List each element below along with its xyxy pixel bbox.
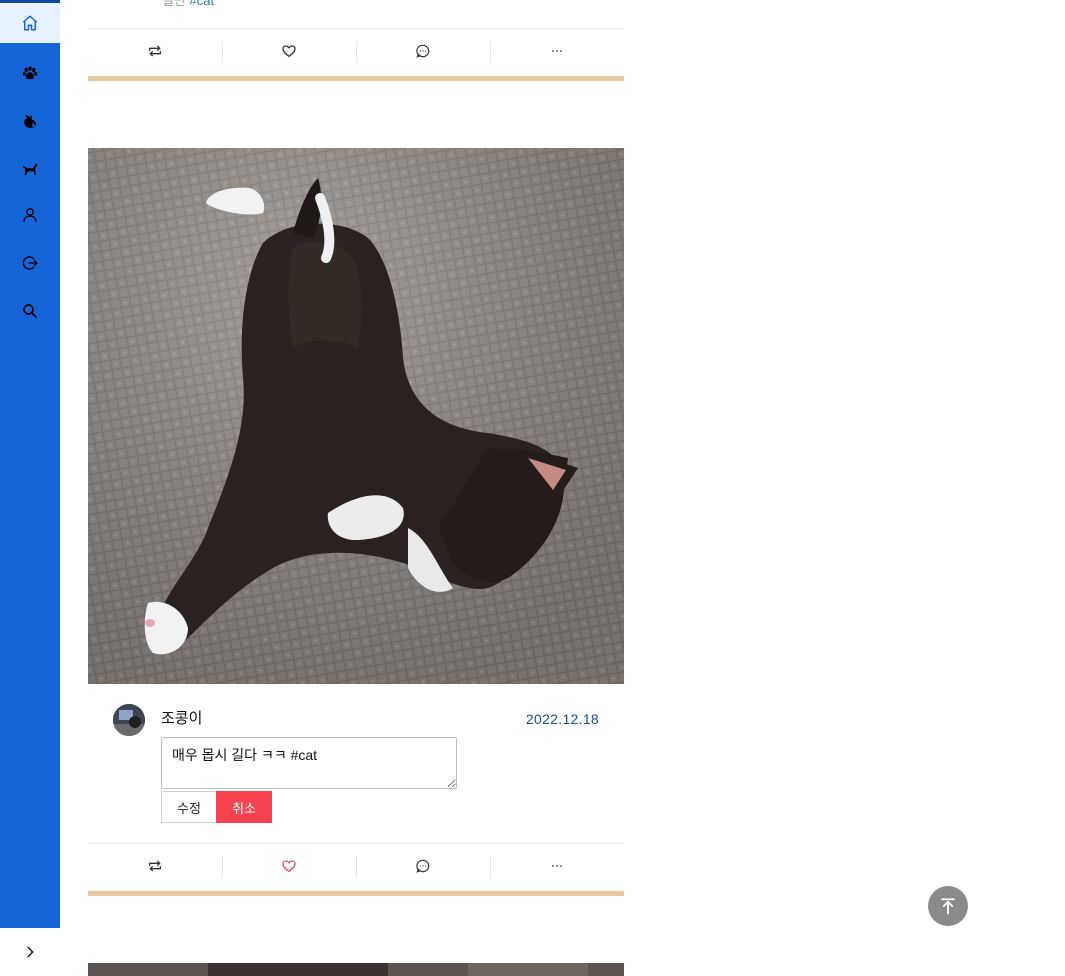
nav-dog[interactable] bbox=[0, 149, 60, 189]
post-author-row: 조콩이 2022.12.18 수정 취소 bbox=[88, 684, 624, 844]
home-icon bbox=[22, 15, 38, 31]
nav-paw[interactable] bbox=[0, 53, 60, 93]
previous-post-action-bar bbox=[88, 28, 624, 73]
cat-icon bbox=[24, 115, 36, 128]
dog-icon bbox=[23, 163, 38, 175]
repost-icon bbox=[149, 860, 161, 872]
post-date: 2022.12.18 bbox=[525, 711, 599, 727]
nav-logout[interactable] bbox=[0, 243, 60, 283]
next-post-photo[interactable] bbox=[88, 963, 624, 976]
comment-icon bbox=[416, 859, 430, 873]
heart-icon bbox=[282, 45, 296, 57]
repost-button[interactable] bbox=[88, 29, 222, 73]
post-action-bar bbox=[88, 843, 624, 888]
chevron-right-icon bbox=[27, 946, 34, 958]
nav-cat[interactable] bbox=[0, 101, 60, 141]
comment-button[interactable] bbox=[356, 844, 490, 888]
sidebar-expand-button[interactable] bbox=[0, 928, 60, 976]
cancel-edit-button[interactable]: 취소 bbox=[216, 791, 272, 823]
repost-icon bbox=[149, 45, 161, 57]
logout-icon bbox=[22, 256, 38, 270]
paw-icon bbox=[22, 66, 38, 80]
more-icon bbox=[552, 50, 562, 52]
like-button[interactable] bbox=[222, 844, 356, 888]
hashtag-link[interactable]: #cat bbox=[190, 0, 215, 8]
more-button[interactable] bbox=[490, 844, 624, 888]
search-icon bbox=[23, 304, 37, 318]
user-icon bbox=[23, 208, 37, 222]
avatar[interactable] bbox=[113, 704, 145, 736]
nav-profile[interactable] bbox=[0, 195, 60, 235]
post-photo[interactable] bbox=[88, 148, 624, 684]
repost-button[interactable] bbox=[88, 844, 222, 888]
scroll-to-top-button[interactable] bbox=[928, 886, 968, 926]
comment-button[interactable] bbox=[356, 29, 490, 73]
sidebar bbox=[0, 0, 60, 976]
save-edit-button[interactable]: 수정 bbox=[161, 791, 217, 823]
comment-icon bbox=[416, 44, 430, 58]
previous-post-caption-text: 길단 bbox=[162, 0, 186, 8]
post-divider bbox=[88, 76, 624, 81]
arrow-up-to-line-icon bbox=[941, 898, 955, 915]
post-edit-textarea[interactable] bbox=[161, 737, 457, 789]
post-divider bbox=[88, 891, 624, 896]
like-button[interactable] bbox=[222, 29, 356, 73]
heart-icon bbox=[282, 860, 296, 872]
author-name[interactable]: 조콩이 bbox=[161, 707, 202, 728]
nav-home[interactable] bbox=[0, 3, 60, 43]
more-button[interactable] bbox=[490, 29, 624, 73]
previous-post-caption: 길단 #cat bbox=[162, 0, 214, 9]
more-icon bbox=[552, 865, 562, 867]
nav-search[interactable] bbox=[0, 291, 60, 331]
